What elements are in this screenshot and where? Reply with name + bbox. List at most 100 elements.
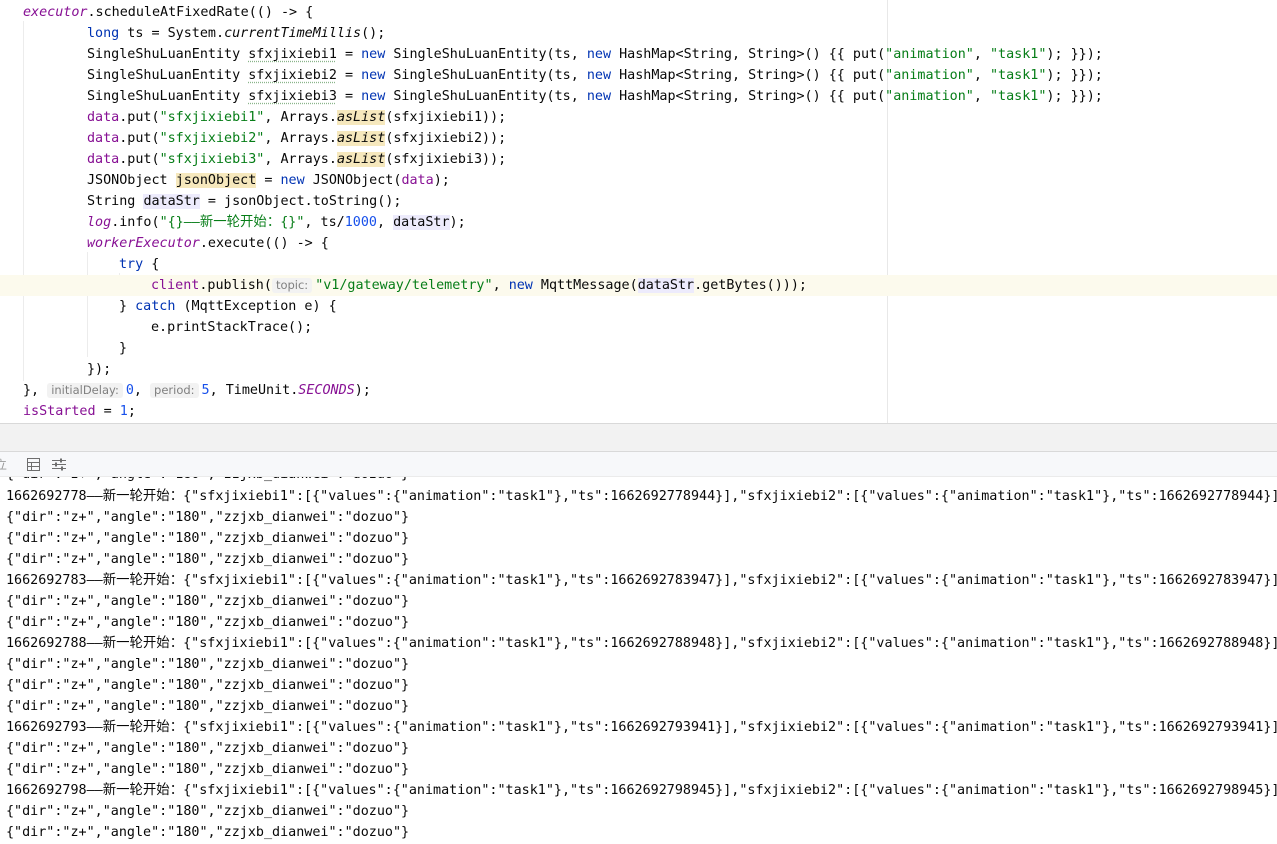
console-line: 1662692793——新一轮开始：{"sfxjixiebi1":[{"valu… <box>6 720 1277 735</box>
code-token-method: currentTimeMillis <box>224 26 362 41</box>
code-token: .publish( <box>199 278 272 293</box>
code-token: SingleShuLuanEntity(ts, <box>385 47 587 62</box>
console-line: {"dir":"z+","angle":"180","zzjxb_dianwei… <box>6 552 410 567</box>
code-token-keyword: try <box>119 257 144 272</box>
code-token-variable: dataStr <box>637 278 695 293</box>
code-line[interactable]: log.info("{}——新一轮开始：{}", ts/1000, dataSt… <box>0 212 1277 233</box>
console-line: {"dir":"z+","angle":"180","zzjxb_dianwei… <box>6 741 410 756</box>
code-token: SingleShuLuanEntity <box>87 47 249 62</box>
parameter-hint: period: <box>150 383 199 398</box>
code-token: JSONObject <box>87 173 176 188</box>
code-token-keyword: new <box>361 89 386 104</box>
code-token: .getBytes())); <box>694 278 807 293</box>
console-line: 1662692778——新一轮开始：{"sfxjixiebi1":[{"valu… <box>6 489 1277 504</box>
code-token-field: SECONDS <box>298 383 355 398</box>
code-token: = jsonObject.toString(); <box>199 194 402 209</box>
code-token: HashMap<String, String>() {{ put( <box>611 89 886 104</box>
code-token-keyword: catch <box>135 299 176 314</box>
code-editor[interactable]: executor.scheduleAtFixedRate(() -> { lon… <box>0 0 1277 423</box>
code-token-field: data <box>401 173 434 188</box>
parameter-hint: initialDelay: <box>47 383 123 398</box>
code-line[interactable]: data.put("sfxjixiebi3", Arrays.asList(sf… <box>0 149 1277 170</box>
code-token: ); }}); <box>1046 47 1103 62</box>
code-token: ts = System. <box>119 26 225 41</box>
code-token: SingleShuLuanEntity(ts, <box>385 89 587 104</box>
code-token: ); <box>433 173 450 188</box>
code-token-variable: jsonObject <box>175 173 257 188</box>
code-token-variable: dataStr <box>143 194 200 209</box>
code-token: } <box>119 299 136 314</box>
code-line[interactable]: }); <box>0 359 1277 380</box>
code-token-string: "task1" <box>989 68 1047 83</box>
code-token-variable: sfxjixiebi3 <box>248 89 337 104</box>
panel-splitter[interactable] <box>0 423 1277 452</box>
code-token: { <box>143 257 160 272</box>
table-icon[interactable] <box>26 457 40 471</box>
code-token: , <box>376 215 394 230</box>
code-token: = <box>336 47 362 62</box>
code-token-number: 5 <box>201 383 210 398</box>
code-token: .execute(() -> { <box>199 236 329 251</box>
code-line[interactable]: data.put("sfxjixiebi1", Arrays.asList(sf… <box>0 107 1277 128</box>
code-token-string: "sfxjixiebi2" <box>159 131 265 146</box>
code-line[interactable]: SingleShuLuanEntity sfxjixiebi3 = new Si… <box>0 86 1277 107</box>
code-token: , Arrays. <box>264 110 337 125</box>
code-token-keyword: new <box>361 47 386 62</box>
code-token: }, <box>23 383 48 398</box>
code-token: , <box>973 47 990 62</box>
partial-icon[interactable]: 立 <box>0 457 8 472</box>
code-token: ); }}); <box>1046 89 1103 104</box>
code-line[interactable]: }, initialDelay: 0, period: 5, TimeUnit.SE… <box>0 380 1277 401</box>
code-line[interactable]: SingleShuLuanEntity sfxjixiebi1 = new Si… <box>0 44 1277 65</box>
code-token-number: 1000 <box>344 215 377 230</box>
code-line[interactable]: executor.scheduleAtFixedRate(() -> { <box>0 2 1277 23</box>
code-token: }); <box>87 362 112 377</box>
code-token: (MqttException e) { <box>175 299 337 314</box>
code-line[interactable]: isStarted = 1; <box>0 401 1277 422</box>
code-line[interactable]: } <box>0 338 1277 359</box>
code-line[interactable]: try { <box>0 254 1277 275</box>
code-token: ; <box>127 404 136 419</box>
code-line[interactable]: data.put("sfxjixiebi2", Arrays.asList(sf… <box>0 128 1277 149</box>
code-token: (sfxjixiebi2)); <box>385 131 507 146</box>
console-line: {"dir":"z+","angle":"180","zzjxb_dianwei… <box>6 615 410 630</box>
code-token-field: data <box>87 131 120 146</box>
code-token: .put( <box>119 152 160 167</box>
console-line: {"dir":"z+","angle":"180","zzjxb_dianwei… <box>6 594 410 609</box>
code-token-string: "animation" <box>885 47 974 62</box>
code-line[interactable]: e.printStackTrace(); <box>0 317 1277 338</box>
code-token-string: "animation" <box>885 89 974 104</box>
code-token-number: 1 <box>119 404 128 419</box>
code-line[interactable]: SingleShuLuanEntity sfxjixiebi2 = new Si… <box>0 65 1277 86</box>
code-token: , TimeUnit. <box>209 383 299 398</box>
settings-sliders-icon[interactable] <box>52 457 66 471</box>
code-line[interactable]: workerExecutor.execute(() -> { <box>0 233 1277 254</box>
code-line[interactable]: JSONObject jsonObject = new JSONObject(d… <box>0 170 1277 191</box>
console-line-clipped: {"dir":"z+","angle":"180","zzjxb_dianwei… <box>6 477 409 485</box>
code-token: JSONObject( <box>304 173 402 188</box>
code-token-string: "v1/gateway/telemetry" <box>315 278 493 293</box>
code-token-variable: dataStr <box>393 215 450 230</box>
code-token-field: log <box>87 215 112 230</box>
code-token: , <box>492 278 509 293</box>
code-token: .put( <box>119 131 160 146</box>
code-line[interactable]: } catch (MqttException e) { <box>0 296 1277 317</box>
code-token-keyword: long <box>87 26 120 41</box>
code-token-keyword: new <box>508 278 533 293</box>
code-line[interactable]: String dataStr = jsonObject.toString(); <box>0 191 1277 212</box>
code-token: , Arrays. <box>264 131 337 146</box>
code-token: SingleShuLuanEntity <box>87 68 249 83</box>
code-token: } <box>119 341 128 356</box>
code-token: = <box>336 89 362 104</box>
code-line-current[interactable]: client.publish(topic: "v1/gateway/telemet… <box>0 275 1277 296</box>
code-token: (sfxjixiebi1)); <box>385 110 507 125</box>
code-line[interactable]: long ts = System.currentTimeMillis(); <box>0 23 1277 44</box>
code-token: = <box>336 68 362 83</box>
code-token: HashMap<String, String>() {{ put( <box>611 47 886 62</box>
console-output[interactable]: {"dir":"z+","angle":"180","zzjxb_dianwei… <box>0 477 1277 844</box>
code-token: , <box>133 383 151 398</box>
code-token: = <box>256 173 281 188</box>
code-token-string: "sfxjixiebi3" <box>159 152 265 167</box>
code-token-field: executor <box>23 5 88 20</box>
code-token: SingleShuLuanEntity(ts, <box>385 68 587 83</box>
